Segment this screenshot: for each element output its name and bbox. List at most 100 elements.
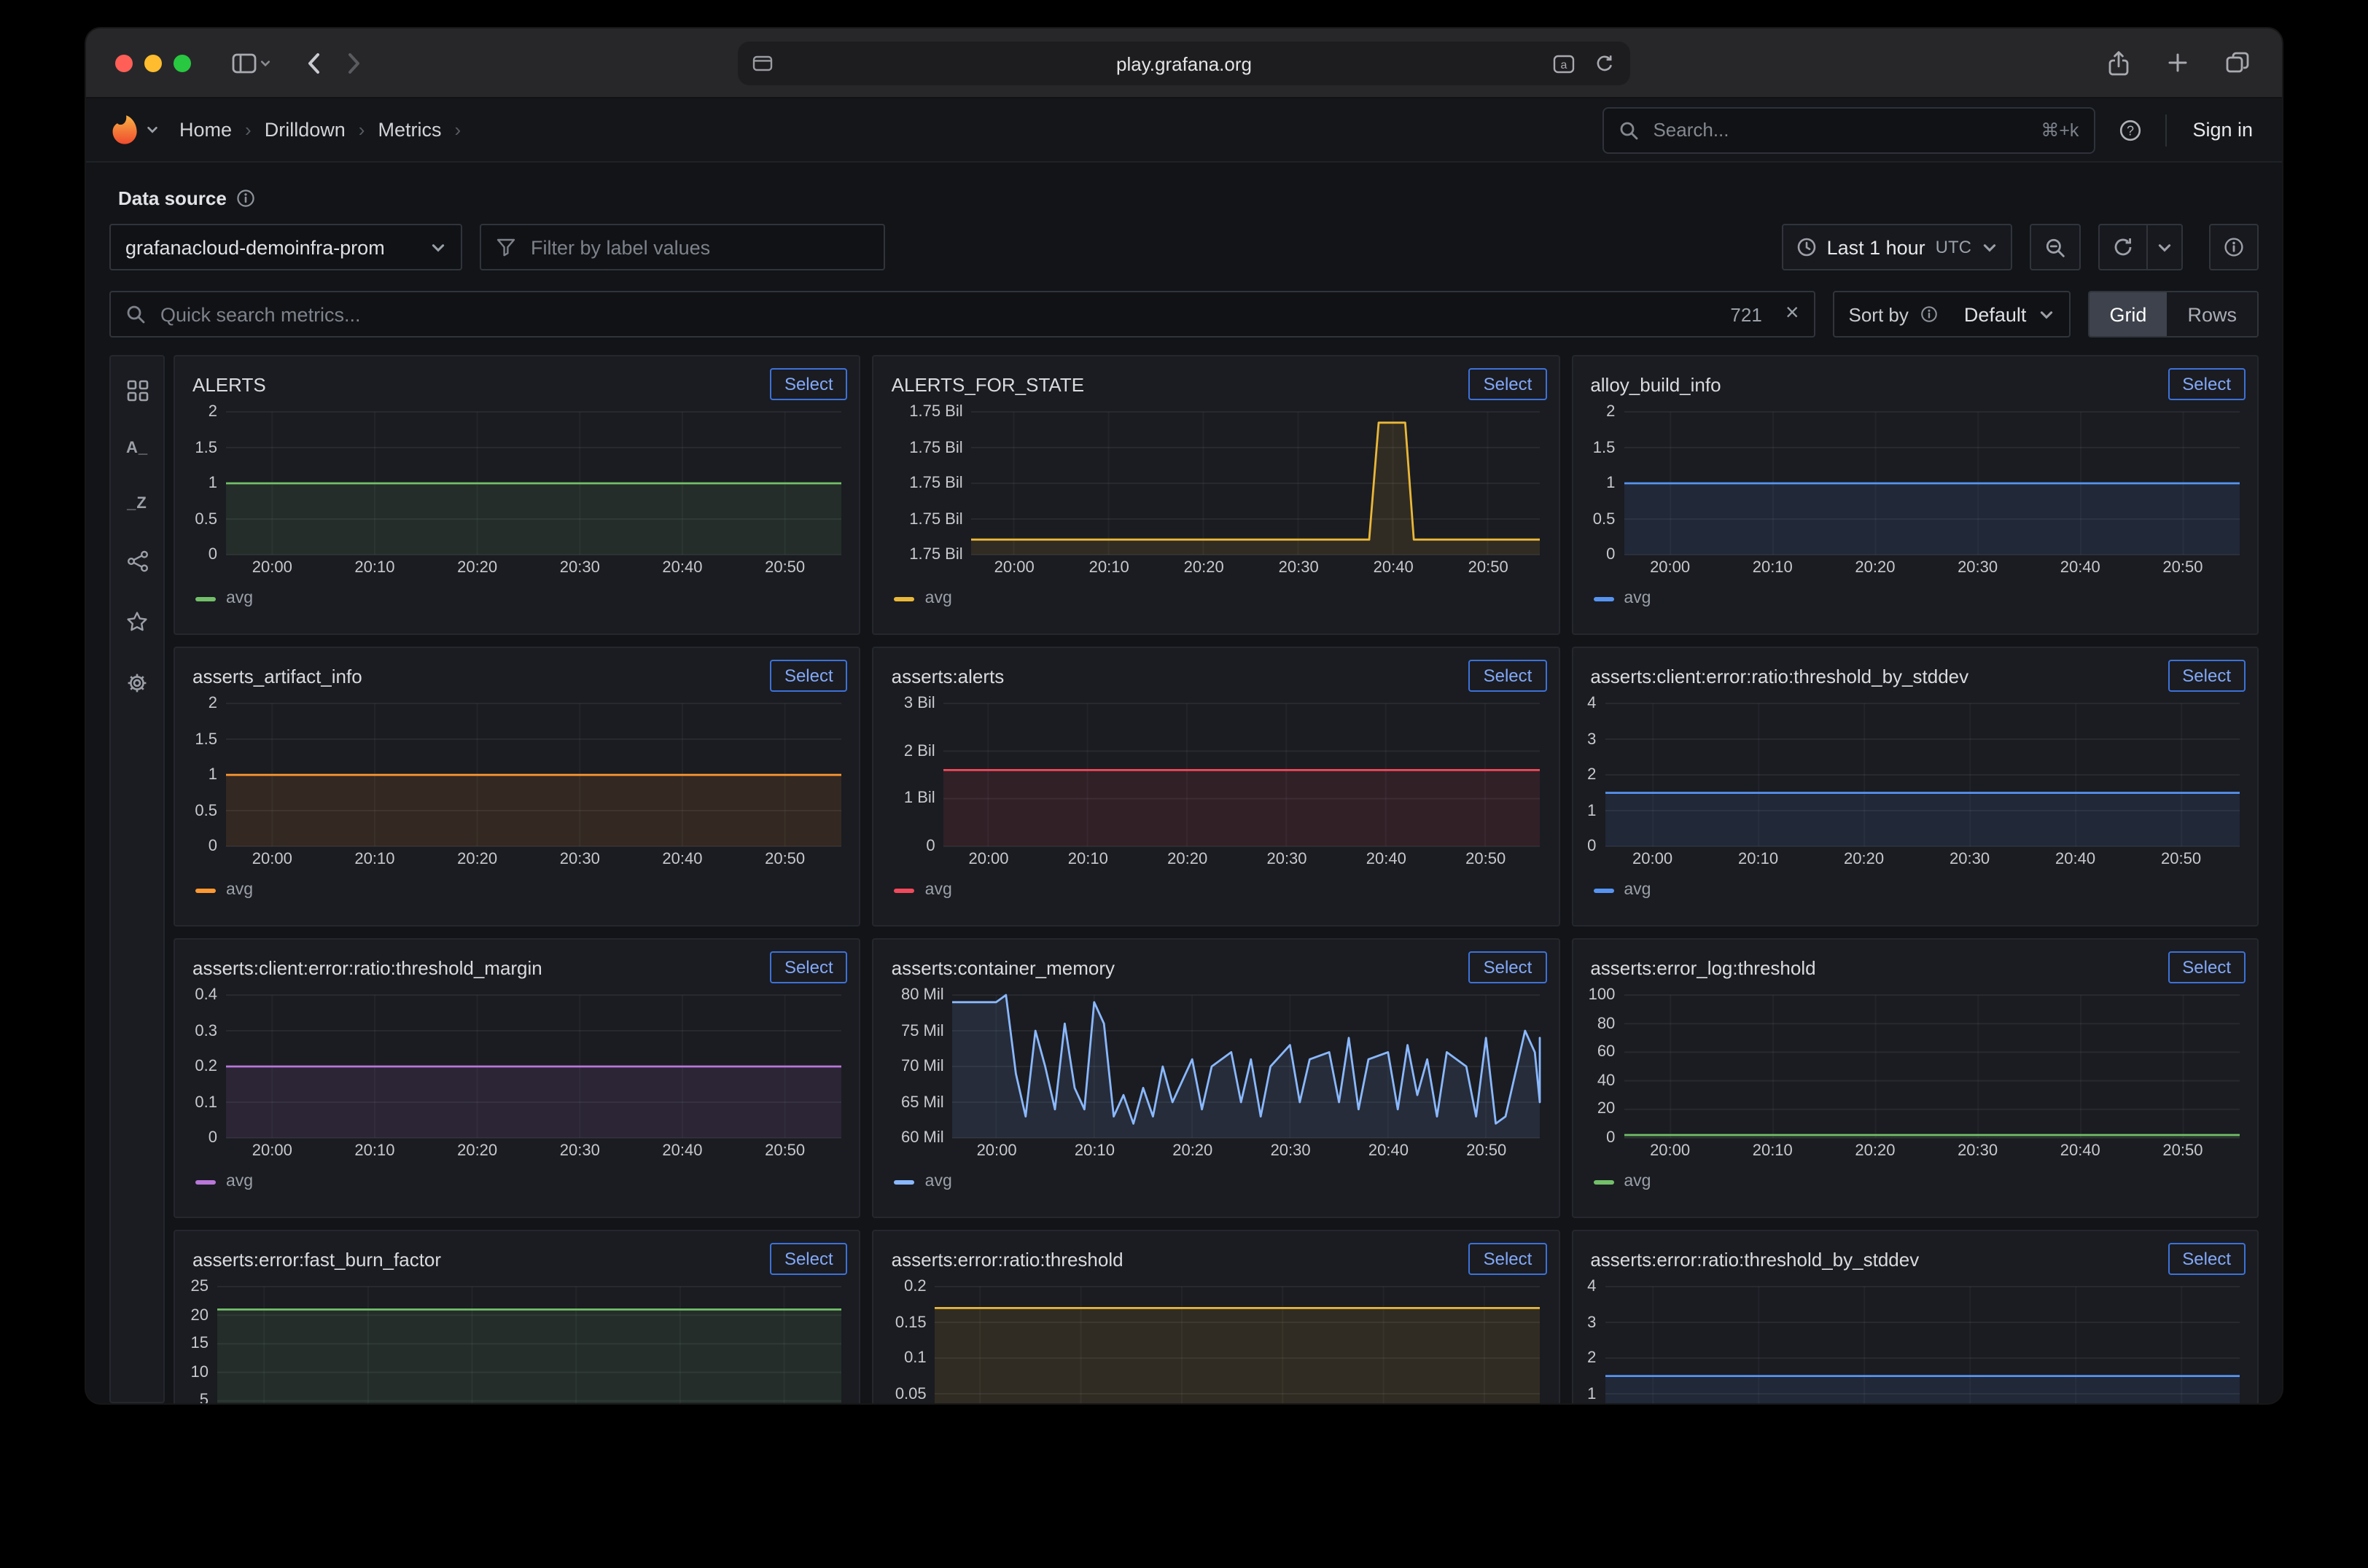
select-button[interactable]: Select [1469,660,1547,692]
select-button[interactable]: Select [2168,951,2246,983]
time-range-picker[interactable]: Last 1 hour UTC [1782,224,2012,270]
tab-overview-button[interactable] [2222,49,2253,77]
share-icon [2107,50,2130,76]
reload-button[interactable] [1592,50,1617,77]
legend-series-label[interactable]: avg [226,590,253,607]
y-axis-tick-label: 1.75 Bil [886,402,963,422]
metrics-grid: ALERTS Select 21.510.5020:0020:1020:2020… [174,355,2259,1403]
sort-by-picker[interactable]: Sort by Default [1833,291,2071,338]
legend-series-label[interactable]: avg [925,590,952,607]
zoom-out-time-button[interactable] [2030,224,2081,270]
grid-icon [126,380,148,402]
grafana-top-nav: Home › Drilldown › Metrics › ⌘+k ? [86,98,2282,163]
select-button[interactable]: Select [770,951,848,983]
metric-chart[interactable]: 0.40.30.20.1020:0020:1020:2020:3020:4020… [187,989,848,1164]
help-button[interactable]: ? [2115,115,2144,144]
result-count-badge: 721 [1730,303,1761,325]
chart-legend: avg [187,1173,848,1190]
metric-chart[interactable]: 0.20.150.10.05020:0020:1020:2020:3020:40… [886,1281,1547,1403]
sort-by-label: Sort by [1849,303,1909,325]
select-button[interactable]: Select [770,660,848,692]
view-grid-option[interactable]: Grid [2089,292,2167,336]
panel-header: alloy_build_info Select [1584,365,2246,403]
breadcrumb-home[interactable]: Home [179,119,232,141]
org-switcher-button[interactable] [109,114,159,145]
select-button[interactable]: Select [770,368,848,400]
browser-back-button[interactable] [303,48,324,77]
select-button[interactable]: Select [2168,368,2246,400]
metric-chart[interactable]: 21.510.5020:0020:1020:2020:3020:4020:50 [187,698,848,873]
metric-search-input[interactable] [157,302,1718,327]
sign-in-button[interactable]: Sign in [2186,119,2259,141]
legend-series-label[interactable]: avg [226,1173,253,1190]
share-button[interactable] [2104,47,2133,79]
metric-chart[interactable]: 21.510.5020:0020:1020:2020:3020:4020:50 [187,406,848,581]
x-axis-tick-label: 20:50 [1466,1142,1506,1161]
select-button[interactable]: Select [1469,368,1547,400]
breadcrumb-drilldown[interactable]: Drilldown [265,119,346,141]
label-filter-box[interactable] [480,224,885,270]
url-text[interactable]: play.grafana.org [738,52,1630,74]
select-button[interactable]: Select [2168,660,2246,692]
legend-series-label[interactable]: avg [226,881,253,899]
label-filter-input[interactable] [528,235,869,260]
translate-button[interactable]: a [1550,51,1578,76]
global-search-input[interactable] [1650,117,2029,142]
y-axis-tick-label: 2 [1584,1348,1596,1368]
select-button[interactable]: Select [2168,1243,2246,1275]
chevron-down-icon [260,57,271,69]
y-axis-tick-label: 100 [1584,985,1615,1005]
metric-chart[interactable]: 80 Mil75 Mil70 Mil65 Mil60 Mil20:0020:10… [886,989,1547,1164]
metric-chart[interactable]: 10080604020020:0020:1020:2020:3020:4020:… [1584,989,2246,1164]
legend-series-label[interactable]: avg [925,881,952,899]
datasource-picker[interactable]: grafanacloud-demoinfra-prom [109,224,462,270]
x-axis-tick-label: 20:00 [252,1142,292,1161]
overview-grid-button[interactable] [123,377,151,405]
zoom-window-button[interactable] [174,54,191,71]
legend-series-label[interactable]: avg [925,1173,952,1190]
panel-header: asserts:container_memory Select [886,948,1547,986]
browser-forward-button[interactable] [344,48,365,77]
refresh-button[interactable] [2098,224,2146,270]
select-button[interactable]: Select [1469,1243,1547,1275]
metric-chart[interactable]: 21.510.5020:0020:1020:2020:3020:4020:50 [1584,406,2246,581]
sidebar-toggle-button[interactable] [229,50,274,76]
legend-series-label[interactable]: avg [1624,590,1651,607]
page-info-button[interactable] [2209,224,2259,270]
legend-series-label[interactable]: avg [1624,1173,1651,1190]
metric-search-box[interactable]: 721 × [109,291,1815,338]
suffix-filter-button[interactable]: _Z [124,492,150,515]
y-axis-tick-label: 0.15 [886,1312,927,1333]
x-axis-tick-label: 20:40 [662,559,702,578]
panel-header: asserts:alerts Select [886,657,1547,695]
close-window-button[interactable] [115,54,133,71]
legend-series-label[interactable]: avg [1624,881,1651,899]
x-axis-tick-label: 20:30 [560,851,600,870]
x-axis-tick-label: 20:30 [1279,559,1319,578]
related-metrics-button[interactable] [123,547,151,575]
y-axis-tick-label: 1.75 Bil [886,545,963,565]
select-button[interactable]: Select [1469,951,1547,983]
x-axis-tick-label: 20:30 [1958,559,1998,578]
refresh-interval-button[interactable] [2146,224,2183,270]
prefix-filter-button[interactable]: A_ [123,437,151,460]
y-axis-tick-label: 1 [1584,473,1615,494]
address-bar[interactable]: play.grafana.org a [738,42,1630,85]
settings-button[interactable] [122,668,152,698]
view-rows-option[interactable]: Rows [2167,292,2257,336]
metric-chart[interactable]: 4321020:0020:1020:2020:3020:4020:50 [1584,1281,2246,1403]
global-search-box[interactable]: ⌘+k [1602,106,2095,153]
breadcrumb-metrics[interactable]: Metrics [378,119,441,141]
minimize-window-button[interactable] [144,54,162,71]
metric-chart[interactable]: 4321020:0020:1020:2020:3020:4020:50 [1584,698,2246,873]
bookmarks-button[interactable] [122,607,152,636]
new-tab-button[interactable] [2164,49,2192,77]
metric-chart[interactable]: 252015105020:0020:1020:2020:3020:4020:50 [187,1281,848,1403]
metric-chart[interactable]: 3 Bil2 Bil1 Bil020:0020:1020:2020:3020:4… [886,698,1547,873]
x-axis-tick-label: 20:10 [354,559,394,578]
select-button[interactable]: Select [770,1243,848,1275]
clear-search-button[interactable]: × [1783,303,1802,326]
metric-chart[interactable]: 1.75 Bil1.75 Bil1.75 Bil1.75 Bil1.75 Bil… [886,406,1547,581]
x-axis-tick-label: 20:30 [560,1142,600,1161]
breadcrumb: Home › Drilldown › Metrics › [179,119,474,141]
